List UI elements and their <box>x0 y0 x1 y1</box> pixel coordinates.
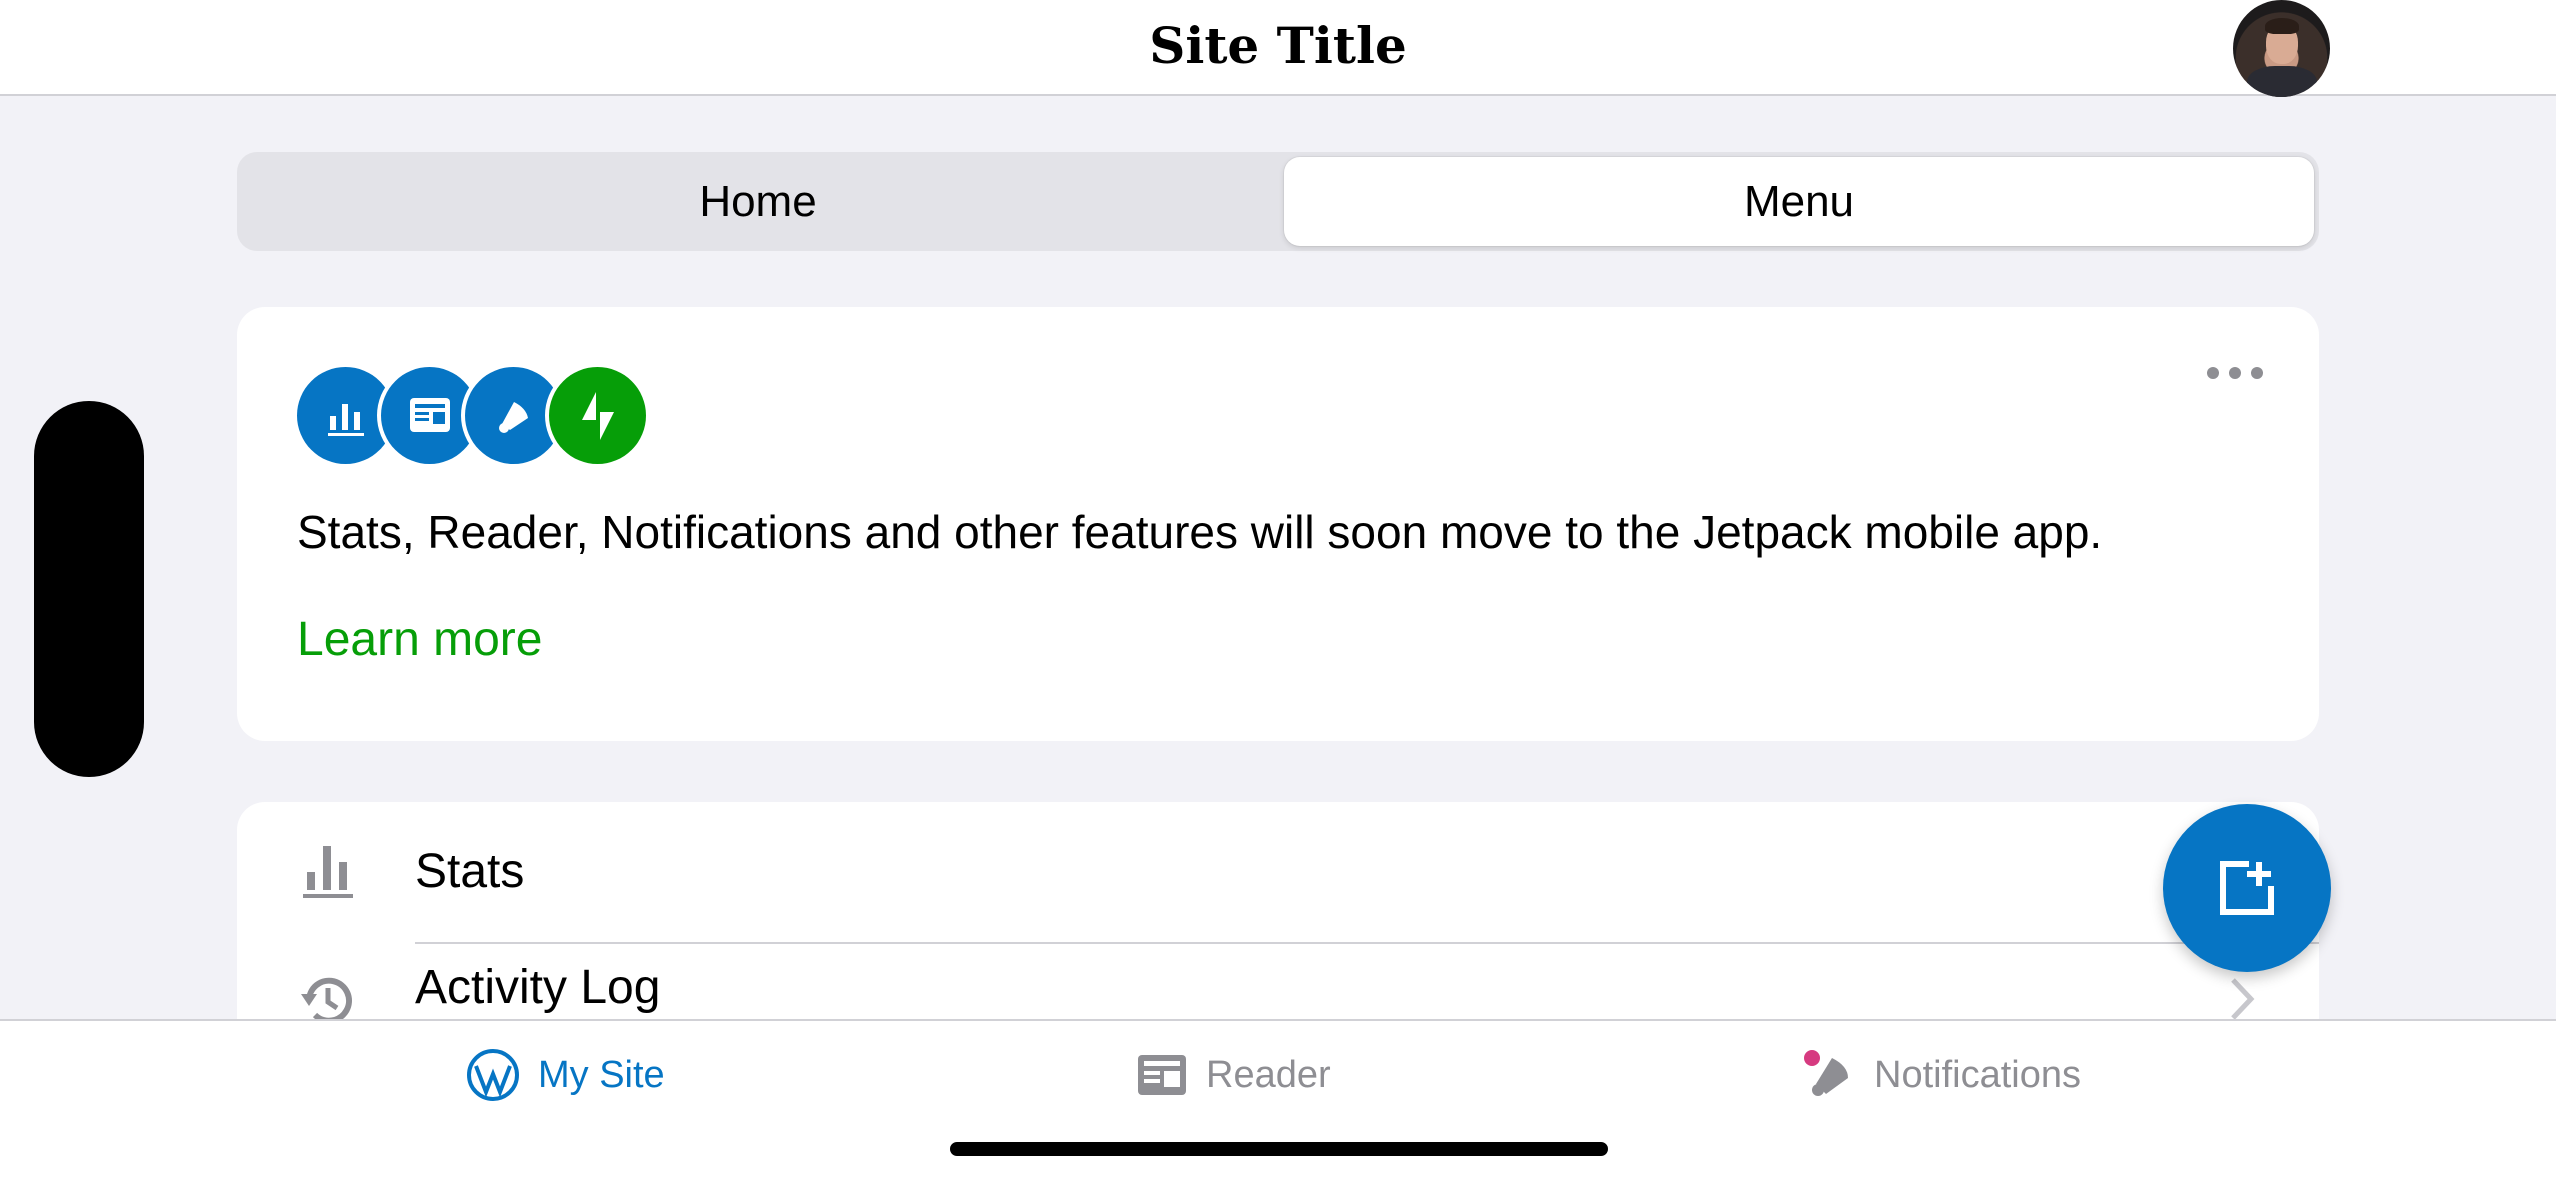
ellipsis-icon[interactable] <box>2197 355 2277 391</box>
home-indicator <box>950 1142 1608 1156</box>
new-post-icon <box>2220 861 2274 915</box>
wordpress-icon <box>467 1049 519 1101</box>
avatar-hair <box>2265 18 2299 34</box>
avatar[interactable] <box>2233 0 2330 97</box>
menu-item-stats[interactable]: Stats <box>237 802 2319 942</box>
tab-my-site[interactable]: My Site <box>466 1045 665 1105</box>
jetpack-message: Stats, Reader, Notifications and other f… <box>297 506 2103 558</box>
tab-label: Reader <box>1206 1053 1331 1096</box>
jetpack-migration-card: Stats, Reader, Notifications and other f… <box>237 307 2319 741</box>
tab-label: Notifications <box>1874 1053 2081 1096</box>
reader-icon <box>1138 1055 1186 1095</box>
reader-icon <box>381 367 478 464</box>
tab-notifications[interactable]: Notifications <box>1802 1045 2081 1105</box>
bell-icon <box>1804 1050 1848 1096</box>
tab-home[interactable]: Home <box>243 157 1273 246</box>
tab-label: My Site <box>538 1053 665 1096</box>
tab-reader[interactable]: Reader <box>1136 1045 1331 1105</box>
bottom-tab-bar: My Site Reader Notifications <box>0 1019 2556 1179</box>
menu-item-label: Activity Log <box>415 961 661 1014</box>
notification-badge <box>1804 1050 1820 1066</box>
learn-more-link[interactable]: Learn more <box>297 607 542 673</box>
notifications-icon <box>465 367 562 464</box>
tab-menu[interactable]: Menu <box>1284 157 2314 246</box>
feature-badges <box>297 367 657 464</box>
site-title: Site Title <box>1149 16 1407 75</box>
home-menu-segmented-control: Home Menu <box>237 152 2319 251</box>
stats-icon <box>303 846 353 898</box>
create-post-button[interactable] <box>2163 804 2331 972</box>
avatar-shirt <box>2247 66 2317 97</box>
top-navigation-bar: Site Title <box>0 0 2556 97</box>
menu-item-label: Stats <box>415 845 525 898</box>
stats-icon <box>297 367 394 464</box>
chevron-right-icon <box>2231 978 2255 1020</box>
device-camera-cutout <box>34 401 144 777</box>
jetpack-icon <box>549 367 646 464</box>
